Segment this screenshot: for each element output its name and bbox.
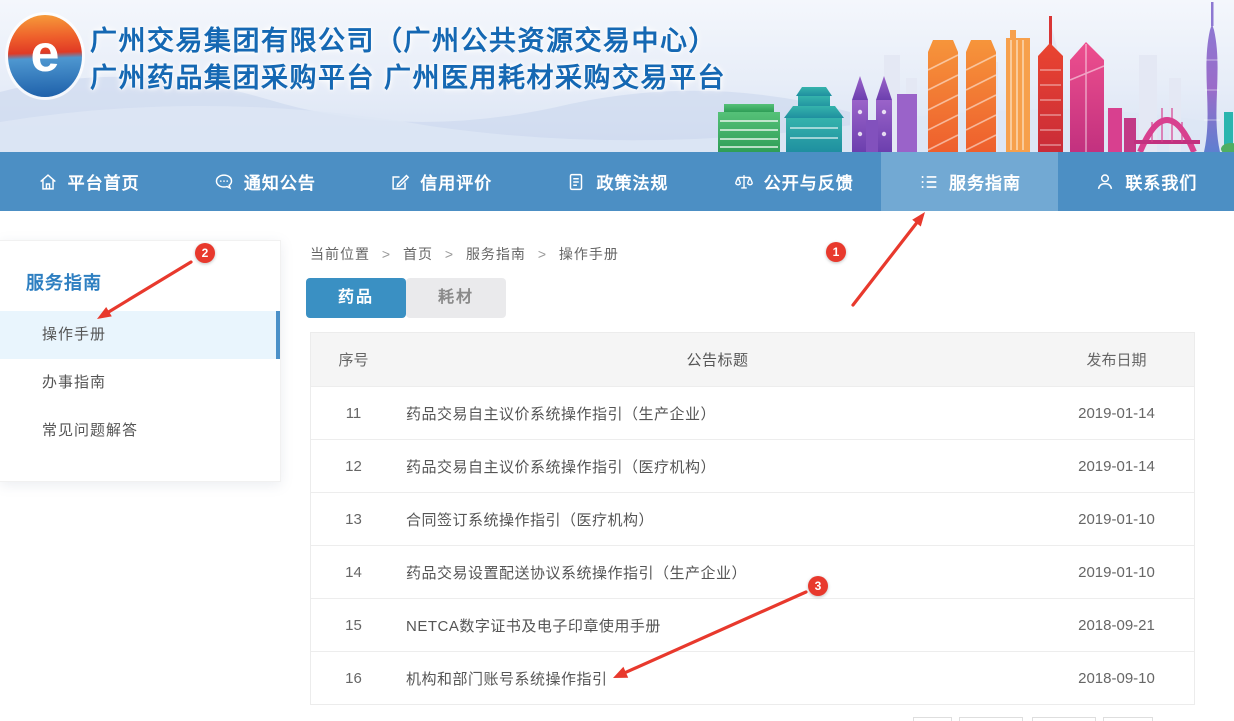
table-row[interactable]: 11 药品交易自主议价系统操作指引（生产企业） 2019-01-14 [311,386,1194,439]
table-row[interactable]: 14 药品交易设置配送协议系统操作指引（生产企业） 2019-01-10 [311,545,1194,598]
row-title-link[interactable]: 药品交易自主议价系统操作指引（生产企业） [396,403,1039,424]
nav-item-home[interactable]: 平台首页 [0,152,176,211]
row-no: 14 [311,564,396,581]
breadcrumb-separator: > [445,246,454,262]
sidebar-item-service-guide[interactable]: 办事指南 [0,359,280,407]
category-tabs: 药品 耗材 [306,278,506,318]
row-title-link[interactable]: 机构和部门账号系统操作指引 [396,668,1039,689]
table-header-title: 公告标题 [396,349,1039,370]
pagination-button-first[interactable] [913,717,952,721]
breadcrumb: 当前位置 > 首页 > 服务指南 > 操作手册 [310,244,619,264]
table-header-no: 序号 [311,349,396,370]
row-no: 11 [311,405,396,422]
user-icon [1094,171,1116,193]
pagination-button-next[interactable] [1032,717,1096,721]
row-date: 2019-01-10 [1039,564,1194,581]
nav-item-label: 公开与反馈 [764,169,854,194]
row-date: 2019-01-14 [1039,405,1194,422]
row-title-link[interactable]: NETCA数字证书及电子印章使用手册 [396,615,1039,636]
tab-drugs[interactable]: 药品 [306,278,406,318]
row-no: 12 [311,458,396,475]
nav-item-service-guide[interactable]: 服务指南 [881,152,1057,211]
comment-icon [213,171,235,193]
site-title-line1: 广州交易集团有限公司（广州公共资源交易中心） [90,23,726,60]
nav-item-contact[interactable]: 联系我们 [1058,152,1234,211]
row-no: 15 [311,617,396,634]
site-title-line2: 广州药品集团采购平台 广州医用耗材采购交易平台 [90,60,726,97]
site-logo[interactable]: e [8,15,82,97]
table-row[interactable]: 12 药品交易自主议价系统操作指引（医疗机构） 2019-01-14 [311,439,1194,492]
table-row[interactable]: 16 机构和部门账号系统操作指引 2018-09-10 [311,651,1194,704]
scales-icon [733,171,755,193]
row-no: 13 [311,511,396,528]
table-header-row: 序号 公告标题 发布日期 [311,333,1194,386]
table-row[interactable]: 15 NETCA数字证书及电子印章使用手册 2018-09-21 [311,598,1194,651]
document-icon [565,171,587,193]
row-title-link[interactable]: 药品交易设置配送协议系统操作指引（生产企业） [396,562,1039,583]
row-date: 2018-09-10 [1039,670,1194,687]
table-row[interactable]: 13 合同签订系统操作指引（医疗机构） 2019-01-10 [311,492,1194,545]
table-header-date: 发布日期 [1039,349,1194,370]
breadcrumb-operation-manual[interactable]: 操作手册 [559,246,619,262]
home-icon [37,171,59,193]
row-no: 16 [311,670,396,687]
breadcrumb-service-guide[interactable]: 服务指南 [466,246,526,262]
nav-item-label: 通知公告 [244,169,316,194]
city-skyline-illustration [714,0,1234,152]
main-nav: 平台首页 通知公告 信用评价 政策法规 公开与反馈 [0,152,1234,211]
pagination-button-last[interactable] [1103,717,1153,721]
row-title-link[interactable]: 合同签订系统操作指引（医疗机构） [396,509,1039,530]
nav-item-feedback[interactable]: 公开与反馈 [705,152,881,211]
nav-item-label: 服务指南 [949,169,1021,194]
tab-consumables[interactable]: 耗材 [406,278,506,318]
nav-item-notices[interactable]: 通知公告 [176,152,352,211]
breadcrumb-separator: > [538,246,547,262]
pagination-button-prev[interactable] [959,717,1023,721]
list-icon [918,171,940,193]
step-badge-3: 3 [808,576,828,596]
sidebar-item-faq[interactable]: 常见问题解答 [0,407,280,455]
nav-item-label: 信用评价 [420,169,492,194]
announcement-table: 序号 公告标题 发布日期 11 药品交易自主议价系统操作指引（生产企业） 201… [310,332,1195,705]
row-title-link[interactable]: 药品交易自主议价系统操作指引（医疗机构） [396,456,1039,477]
page: e 广州交易集团有限公司（广州公共资源交易中心） 广州药品集团采购平台 广州医用… [0,0,1234,721]
nav-item-label: 联系我们 [1125,169,1197,194]
breadcrumb-location-label: 当前位置 [310,246,370,262]
logo-letter: e [31,28,60,80]
nav-item-credit[interactable]: 信用评价 [353,152,529,211]
sidebar-title: 服务指南 [26,269,280,295]
site-titles: 广州交易集团有限公司（广州公共资源交易中心） 广州药品集团采购平台 广州医用耗材… [90,23,726,97]
row-date: 2018-09-21 [1039,617,1194,634]
row-date: 2019-01-10 [1039,511,1194,528]
sidebar: 服务指南 操作手册 办事指南 常见问题解答 [0,240,281,482]
nav-item-label: 平台首页 [68,169,140,194]
breadcrumb-separator: > [382,246,391,262]
sidebar-item-operation-manual[interactable]: 操作手册 [0,311,280,359]
step-badge-2: 2 [195,243,215,263]
edit-icon [389,171,411,193]
nav-item-policies[interactable]: 政策法规 [529,152,705,211]
site-header: e 广州交易集团有限公司（广州公共资源交易中心） 广州药品集团采购平台 广州医用… [0,0,1234,152]
row-date: 2019-01-14 [1039,458,1194,475]
step-badge-1: 1 [826,242,846,262]
breadcrumb-home[interactable]: 首页 [403,246,433,262]
nav-item-label: 政策法规 [596,169,668,194]
